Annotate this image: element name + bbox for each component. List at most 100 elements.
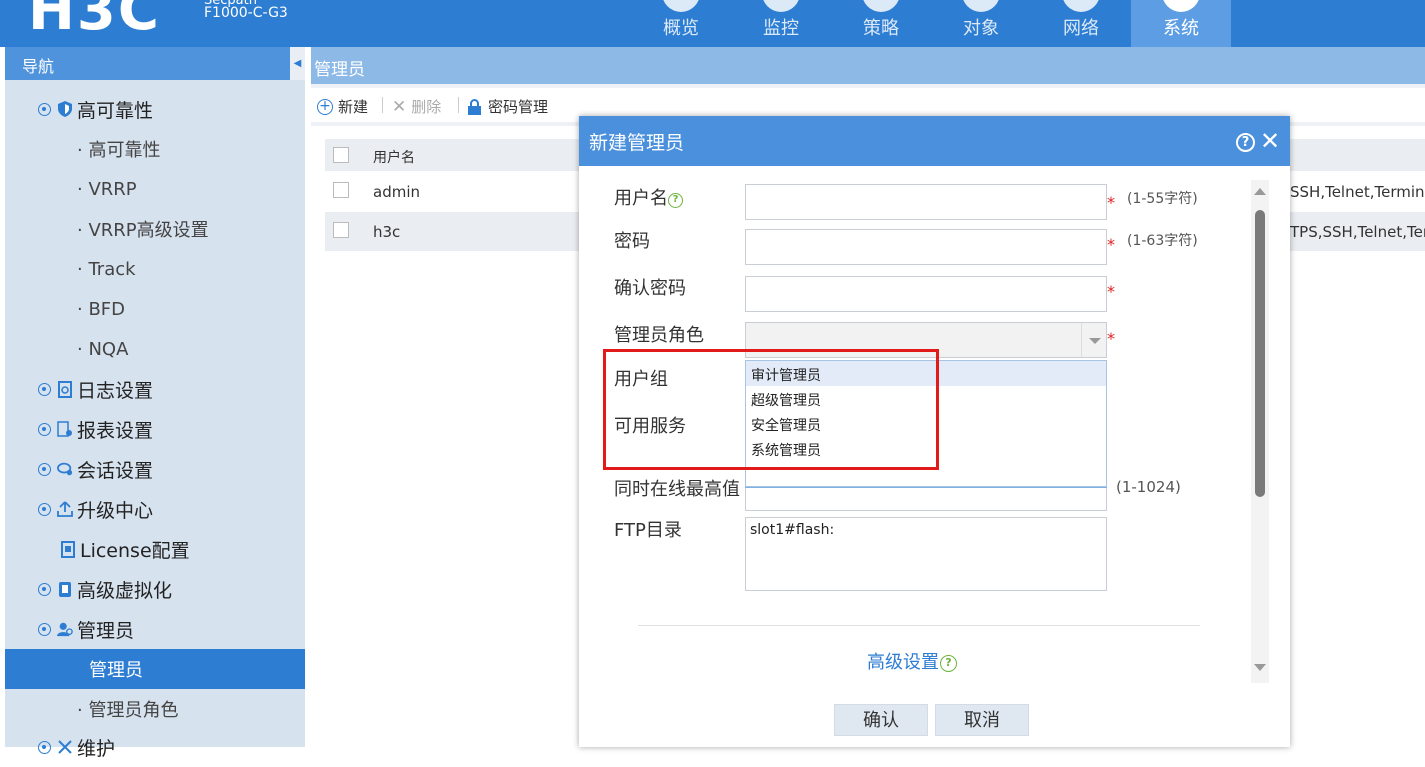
license-icon — [60, 540, 76, 558]
help-icon[interactable]: ? — [1236, 133, 1255, 152]
policy-icon — [862, 0, 900, 12]
max-online-hint: (1-1024) — [1116, 478, 1181, 496]
required-mark: * — [1107, 235, 1115, 254]
max-online-input[interactable] — [745, 488, 1107, 511]
username-help-icon[interactable]: ? — [668, 193, 683, 208]
session-icon — [57, 460, 73, 478]
content-header — [311, 47, 1425, 84]
row-checkbox[interactable] — [333, 182, 349, 198]
ftp-dir-value: slot1#flash: — [750, 522, 835, 538]
username-cell: admin — [373, 183, 420, 201]
plus-circle-icon: + — [317, 98, 333, 115]
confirm-password-input[interactable] — [745, 276, 1107, 312]
tab-policy[interactable]: 策略 — [831, 0, 931, 47]
confirm-button[interactable]: 确认 — [834, 704, 928, 736]
tab-system[interactable]: 系统 — [1131, 0, 1231, 47]
tab-overview[interactable]: 概览 — [631, 0, 731, 47]
shield-icon — [57, 100, 73, 118]
sidebar-item-log-settings[interactable]: 日志设置 — [38, 369, 153, 409]
sidebar-item-vrrp-advanced[interactable]: · VRRP高级设置 — [77, 209, 209, 249]
expand-circle-icon — [38, 622, 51, 636]
expand-circle-icon — [38, 582, 51, 596]
toolbar-divider — [382, 97, 383, 113]
virtualization-icon — [57, 580, 73, 598]
delete-button[interactable]: ✕ 删除 — [392, 96, 441, 117]
username-input[interactable] — [745, 184, 1107, 220]
maintenance-icon — [57, 738, 73, 756]
sidebar-item-administrator[interactable]: 管理员 — [89, 649, 143, 689]
brand-logo: H3C — [28, 0, 161, 43]
overview-icon — [662, 0, 700, 12]
username-hint: (1-55字符) — [1127, 191, 1198, 207]
required-mark: * — [1107, 282, 1115, 301]
sidebar-item-advanced-virtualization[interactable]: 高级虚拟化 — [38, 569, 172, 609]
ftp-dir-textarea[interactable]: slot1#flash: — [745, 517, 1107, 591]
close-icon[interactable]: ✕ — [1260, 128, 1280, 154]
page-title: 管理员 — [314, 60, 365, 80]
sidebar-item-high-availability[interactable]: 高可靠性 — [38, 89, 153, 129]
expand-circle-icon — [38, 462, 51, 476]
sidebar-item-nqa[interactable]: · NQA — [77, 329, 128, 369]
sidebar-item-upgrade-center[interactable]: 升级中心 — [38, 489, 153, 529]
dialog-header — [579, 116, 1290, 166]
expand-circle-icon — [38, 422, 51, 436]
row-checkbox[interactable] — [333, 222, 349, 238]
network-icon — [1062, 0, 1100, 12]
required-mark: * — [1107, 329, 1115, 348]
expand-circle-icon — [38, 740, 51, 754]
dialog-title: 新建管理员 — [589, 132, 685, 154]
sidebar-item-track[interactable]: · Track — [77, 249, 136, 289]
sidebar-item-license[interactable]: License配置 — [60, 529, 190, 569]
sidebar-item-bfd[interactable]: · BFD — [77, 289, 125, 329]
log-icon — [57, 380, 73, 398]
scroll-down-icon[interactable] — [1254, 664, 1266, 671]
sidebar-item-vrrp[interactable]: · VRRP — [77, 169, 137, 209]
select-all-checkbox[interactable] — [333, 147, 349, 163]
object-icon — [962, 0, 1000, 12]
confirm-password-label: 确认密码 — [614, 278, 686, 299]
sidebar-item-session-settings[interactable]: 会话设置 — [38, 449, 153, 489]
services-cell: SSH,Telnet,Terminal — [1290, 183, 1425, 201]
advanced-settings-link[interactable]: 高级设置? — [867, 648, 957, 674]
sidebar-item-ha[interactable]: · 高可靠性 — [77, 129, 160, 169]
expand-circle-icon — [38, 102, 51, 116]
expand-circle-icon — [38, 502, 51, 516]
nav-active-highlight — [5, 649, 305, 689]
tab-network[interactable]: 网络 — [1031, 0, 1131, 47]
sidebar-title: 导航 — [22, 57, 55, 76]
sidebar-item-maintenance[interactable]: 维护 — [38, 727, 115, 767]
scrollbar-thumb[interactable] — [1255, 210, 1265, 497]
tab-monitor[interactable]: 监控 — [731, 0, 831, 47]
sidebar-item-administrators[interactable]: 管理员 — [38, 609, 134, 649]
red-annotation-box — [603, 349, 939, 470]
expand-circle-icon — [38, 382, 51, 396]
cancel-button[interactable]: 取消 — [935, 704, 1029, 736]
new-button[interactable]: + 新建 — [317, 96, 368, 117]
chevron-down-icon[interactable] — [1081, 323, 1107, 357]
password-hint: (1-63字符) — [1127, 233, 1198, 249]
tab-object[interactable]: 对象 — [931, 0, 1031, 47]
advanced-help-icon[interactable]: ? — [940, 655, 957, 672]
ftp-dir-label: FTP目录 — [614, 520, 682, 541]
services-cell: TPS,SSH,Telnet,Term — [1290, 223, 1425, 241]
toolbar-divider — [458, 97, 459, 113]
upgrade-icon — [57, 500, 73, 518]
admin-icon — [57, 620, 73, 638]
max-online-label: 同时在线最高值 — [614, 479, 740, 500]
product-model: F1000-C-G3 — [204, 5, 288, 21]
column-username: 用户名 — [373, 150, 415, 166]
password-label: 密码 — [614, 231, 650, 252]
sidebar-item-administrator-roles[interactable]: · 管理员角色 — [77, 689, 178, 729]
collapse-sidebar-icon[interactable]: ◀ — [290, 47, 305, 80]
scroll-up-icon[interactable] — [1254, 188, 1266, 195]
admin-role-label: 管理员角色 — [614, 325, 704, 346]
report-icon — [57, 420, 73, 438]
monitor-icon — [762, 0, 800, 12]
password-management-button[interactable]: 密码管理 — [468, 96, 548, 117]
sidebar-item-report-settings[interactable]: 报表设置 — [38, 409, 153, 449]
required-mark: * — [1107, 193, 1115, 212]
dialog-divider — [638, 625, 1200, 626]
delete-x-icon: ✕ — [392, 96, 407, 117]
password-input[interactable] — [745, 229, 1107, 265]
username-label: 用户名? — [614, 184, 683, 210]
